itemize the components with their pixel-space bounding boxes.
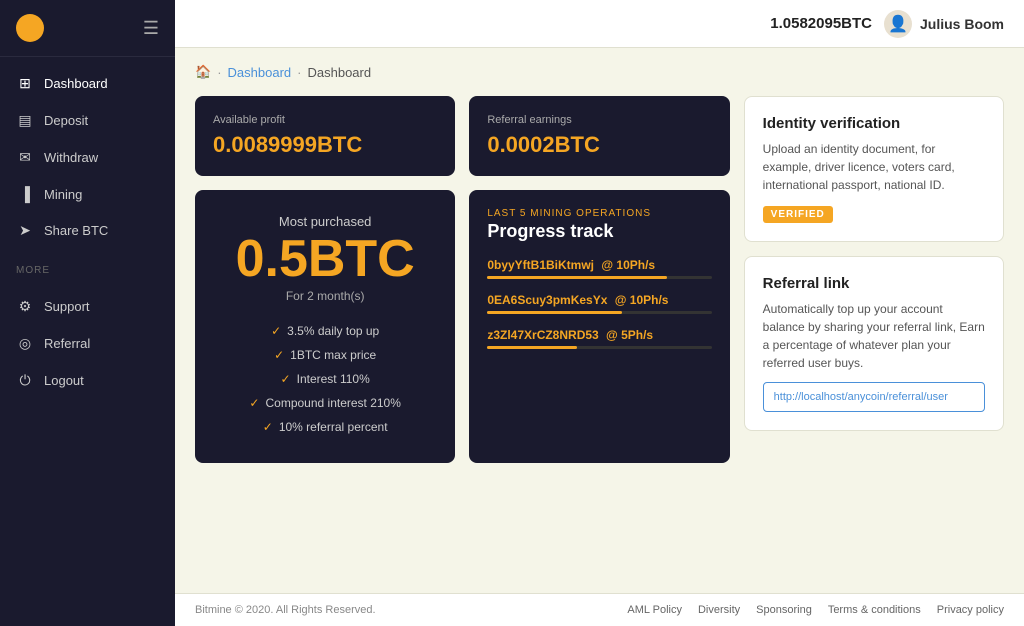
mining-bar-fill xyxy=(487,276,666,279)
sidebar-item-label: Withdraw xyxy=(44,150,98,165)
most-purchased-card: Most purchased 0.5BTC For 2 month(s) ✓3.… xyxy=(195,190,455,463)
hamburger-icon[interactable]: ☰ xyxy=(143,18,159,39)
breadcrumb: 🏠 · Dashboard · Dashboard xyxy=(195,64,1004,80)
sidebar-item-label: Support xyxy=(44,299,90,314)
mining-bar-bg xyxy=(487,311,711,314)
footer-link-privacy[interactable]: Privacy policy xyxy=(937,604,1004,616)
header-user: 👤 Julius Boom xyxy=(884,10,1004,38)
mining-operation-2: 0EA6Scuy3pmKesYx @ 10Ph/s xyxy=(487,293,711,314)
identity-card: Identity verification Upload an identity… xyxy=(744,96,1004,242)
avatar: 👤 xyxy=(884,10,912,38)
logout-icon: ⏻ xyxy=(16,372,34,389)
most-purchased-value: 0.5BTC xyxy=(219,233,431,285)
check-icon: ✓ xyxy=(281,372,291,386)
sidebar-item-label: Deposit xyxy=(44,113,88,128)
referral-title: Referral link xyxy=(763,275,985,292)
sidebar: ☰ ⊞ Dashboard ▤ Deposit ✉ Withdraw ▐ Min… xyxy=(0,0,175,626)
mining-op-id: 0byyYftB1BiKtmwj xyxy=(487,258,594,272)
breadcrumb-link-dashboard[interactable]: Dashboard xyxy=(228,65,292,80)
sidebar-item-share-btc[interactable]: ➤ Share BTC xyxy=(0,212,175,249)
share-icon: ➤ xyxy=(16,222,34,239)
sidebar-item-support[interactable]: ⚙ Support xyxy=(0,288,175,325)
dashboard-icon: ⊞ xyxy=(16,75,34,92)
check-icon: ✓ xyxy=(249,396,259,410)
progress-title: Progress track xyxy=(487,221,711,242)
footer-copyright: Bitmine © 2020. All Rights Reserved. xyxy=(195,604,376,616)
nav-main-section: ⊞ Dashboard ▤ Deposit ✉ Withdraw ▐ Minin… xyxy=(0,57,175,257)
most-purchased-duration: For 2 month(s) xyxy=(219,289,431,303)
mining-op-id: z3Zl47XrCZ8NRD53 xyxy=(487,328,598,342)
header: 1.0582095BTC 👤 Julius Boom xyxy=(175,0,1024,48)
deposit-icon: ▤ xyxy=(16,112,34,129)
page-content: 🏠 · Dashboard · Dashboard Available prof… xyxy=(175,48,1024,593)
footer-links: AML Policy Diversity Sponsoring Terms & … xyxy=(627,604,1004,616)
breadcrumb-current: Dashboard xyxy=(307,65,371,80)
sidebar-item-label: Share BTC xyxy=(44,223,108,238)
available-profit-value: 0.0089999BTC xyxy=(213,132,437,158)
dashboard-grid: Available profit 0.0089999BTC Referral e… xyxy=(195,96,1004,463)
check-icon: ✓ xyxy=(274,348,284,362)
sidebar-item-label: Logout xyxy=(44,373,84,388)
sidebar-item-label: Mining xyxy=(44,187,82,202)
referral-link-box[interactable]: http://localhost/anycoin/referral/user xyxy=(763,382,985,412)
footer-link-terms[interactable]: Terms & conditions xyxy=(828,604,921,616)
username: Julius Boom xyxy=(920,16,1004,32)
footer-link-diversity[interactable]: Diversity xyxy=(698,604,740,616)
feature-item: ✓Compound interest 210% xyxy=(219,391,431,415)
nav-more-section: ⚙ Support ◎ Referral ⏻ Logout xyxy=(0,280,175,407)
mining-icon: ▐ xyxy=(16,186,34,202)
mining-bar-bg xyxy=(487,346,711,349)
check-icon: ✓ xyxy=(271,324,281,338)
sidebar-item-dashboard[interactable]: ⊞ Dashboard xyxy=(0,65,175,102)
sidebar-item-referral[interactable]: ◎ Referral xyxy=(0,325,175,362)
sidebar-logo: ☰ xyxy=(0,0,175,57)
home-icon: 🏠 xyxy=(195,64,211,80)
progress-subtitle: LAST 5 MINING OPERATIONS xyxy=(487,208,711,219)
sidebar-item-logout[interactable]: ⏻ Logout xyxy=(0,362,175,399)
mining-op-id: 0EA6Scuy3pmKesYx xyxy=(487,293,607,307)
header-balance: 1.0582095BTC xyxy=(770,15,872,32)
sidebar-item-deposit[interactable]: ▤ Deposit xyxy=(0,102,175,139)
more-label: MORE xyxy=(0,257,175,280)
feature-list: ✓3.5% daily top up ✓1BTC max price ✓Inte… xyxy=(219,319,431,439)
mining-bar-fill xyxy=(487,311,622,314)
referral-card: Referral link Automatically top up your … xyxy=(744,256,1004,431)
main-area: 1.0582095BTC 👤 Julius Boom 🏠 · Dashboard… xyxy=(175,0,1024,626)
mining-op-speed: @ 10Ph/s xyxy=(615,293,669,307)
sidebar-item-label: Referral xyxy=(44,336,90,351)
right-column: Identity verification Upload an identity… xyxy=(744,96,1004,463)
logo-icon xyxy=(16,14,44,42)
withdraw-icon: ✉ xyxy=(16,149,34,166)
referral-earnings-value: 0.0002BTC xyxy=(487,132,711,158)
footer-link-aml[interactable]: AML Policy xyxy=(627,604,682,616)
progress-track-card: LAST 5 MINING OPERATIONS Progress track … xyxy=(469,190,729,463)
mining-op-speed: @ 10Ph/s xyxy=(601,258,655,272)
mining-bar-fill xyxy=(487,346,577,349)
mining-operation-1: 0byyYftB1BiKtmwj @ 10Ph/s xyxy=(487,258,711,279)
referral-earnings-card: Referral earnings 0.0002BTC xyxy=(469,96,729,176)
footer: Bitmine © 2020. All Rights Reserved. AML… xyxy=(175,593,1024,626)
footer-link-sponsoring[interactable]: Sponsoring xyxy=(756,604,812,616)
referral-earnings-label: Referral earnings xyxy=(487,114,711,126)
check-icon: ✓ xyxy=(263,420,273,434)
feature-item: ✓Interest 110% xyxy=(219,367,431,391)
most-purchased-label: Most purchased xyxy=(219,214,431,229)
mining-operation-3: z3Zl47XrCZ8NRD53 @ 5Ph/s xyxy=(487,328,711,349)
feature-item: ✓3.5% daily top up xyxy=(219,319,431,343)
available-profit-card: Available profit 0.0089999BTC xyxy=(195,96,455,176)
referral-icon: ◎ xyxy=(16,335,34,352)
support-icon: ⚙ xyxy=(16,298,34,315)
mining-bar-bg xyxy=(487,276,711,279)
feature-item: ✓10% referral percent xyxy=(219,415,431,439)
verified-badge: VERIFIED xyxy=(763,206,833,223)
sidebar-item-mining[interactable]: ▐ Mining xyxy=(0,176,175,212)
feature-item: ✓1BTC max price xyxy=(219,343,431,367)
referral-description: Automatically top up your account balanc… xyxy=(763,300,985,372)
sidebar-item-withdraw[interactable]: ✉ Withdraw xyxy=(0,139,175,176)
mining-op-speed: @ 5Ph/s xyxy=(606,328,653,342)
identity-title: Identity verification xyxy=(763,115,985,132)
identity-description: Upload an identity document, for example… xyxy=(763,140,985,194)
available-profit-label: Available profit xyxy=(213,114,437,126)
sidebar-item-label: Dashboard xyxy=(44,76,108,91)
